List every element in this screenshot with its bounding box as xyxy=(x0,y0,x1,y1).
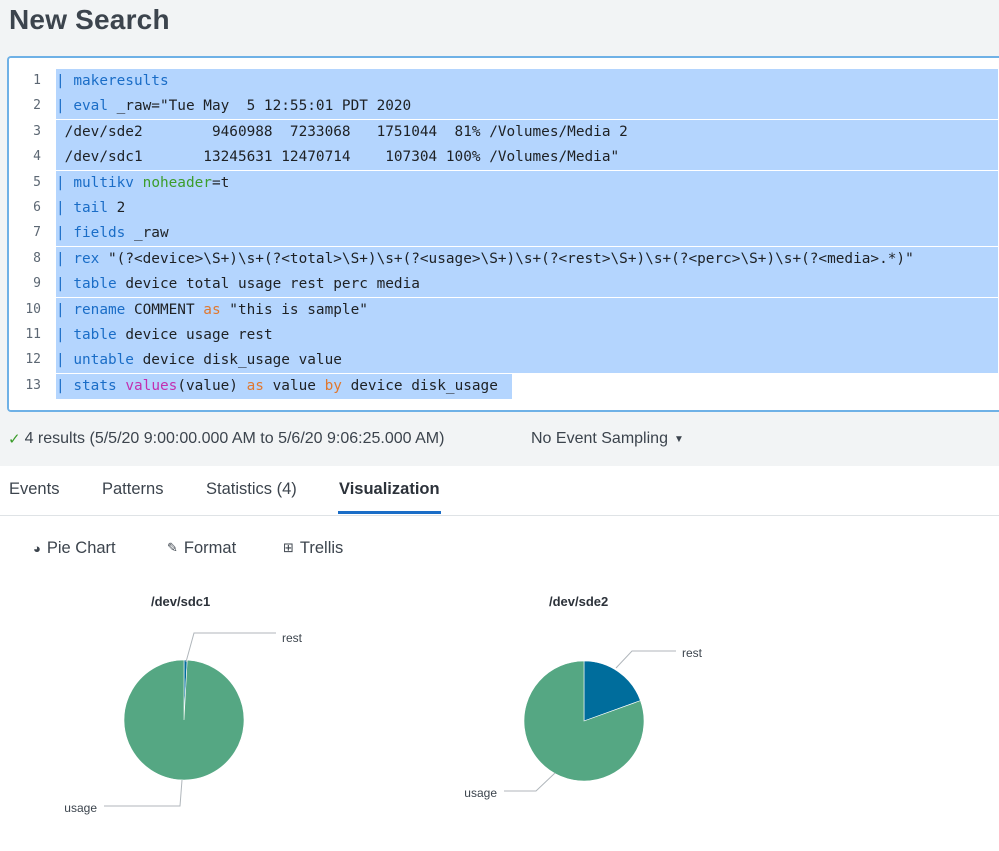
leader-line-rest xyxy=(185,632,276,663)
pie-charts: rest usage rest usage xyxy=(64,631,703,815)
slice-label-usage: usage xyxy=(64,801,97,815)
slice-label-rest: rest xyxy=(682,646,703,660)
slice-label-rest: rest xyxy=(282,631,303,645)
leader-line-usage xyxy=(504,772,556,792)
pie-slice-usage[interactable] xyxy=(123,659,245,781)
slice-label-usage: usage xyxy=(464,786,497,800)
leader-line-usage xyxy=(104,779,183,807)
leader-line-rest xyxy=(615,650,676,669)
